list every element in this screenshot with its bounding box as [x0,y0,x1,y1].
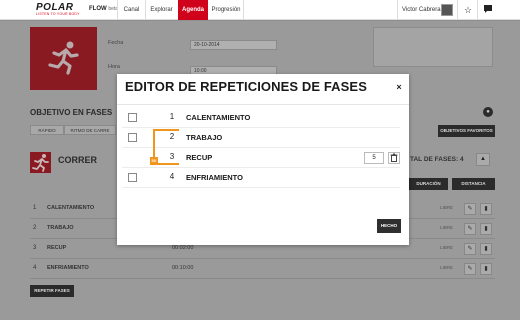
polar-logo[interactable]: POLAR LISTEN TO YOUR BODY [36,3,82,17]
sport-badge [30,152,51,173]
message-icon-glyph [484,5,492,13]
row-name: TRABAJO [47,225,74,231]
distancia-button[interactable]: DISTANCIA [452,178,495,190]
row-libre: LIBRE [440,245,454,250]
favoritos-button[interactable]: OBJETIVOS FAVORITOS [438,125,495,137]
settings-icon[interactable]: ● [483,107,493,117]
trash-icon[interactable]: ▮ [480,243,492,255]
edit-icon[interactable]: ✎ [464,243,476,255]
running-icon [48,41,79,75]
phase-number: 4 [169,172,175,181]
row-number: 1 [33,205,37,211]
row-name: ENFRIAMIENTO [47,265,89,271]
flow-text: FLOW [89,6,107,12]
row-name: CALENTAMIENTO [47,205,95,211]
objetivo-heading: OBJETIVO EN FASES [30,108,113,117]
nav-canal[interactable]: Canal [118,0,145,20]
repetition-count-badge: 5X [150,157,158,165]
row-name: RECUP [47,245,67,251]
avatar[interactable] [441,4,453,16]
divider [117,104,409,105]
remove-repetition-button[interactable] [388,152,400,164]
done-button[interactable]: HECHO [377,219,401,233]
message-icon[interactable] [481,3,495,17]
phase-name: TRABAJO [186,133,223,142]
phase-checkbox[interactable] [128,113,137,122]
user-name[interactable]: Victor Cabrera [402,0,441,20]
phase-row: 4 ENFRIAMIENTO [122,168,400,188]
nav-divider [457,0,458,20]
tab-ritmo[interactable]: RITMO DE CARRE [64,125,116,135]
edit-icon[interactable]: ✎ [464,203,476,215]
close-icon[interactable]: × [394,82,404,92]
edit-icon[interactable]: ✎ [464,223,476,235]
tab-rapido[interactable]: RÁPIDO [30,125,64,135]
repetir-fases-button[interactable]: REPETIR FASES [30,285,74,297]
hora-label: Hora [108,64,120,70]
nav-agenda[interactable]: Agenda [178,0,208,20]
nav-divider [397,0,398,20]
row-libre: LIBRE [440,265,454,270]
nav-divider [477,0,478,20]
duracion-button[interactable]: DURACIÓN [409,178,448,190]
phase-name: CALENTAMIENTO [186,113,251,122]
nav-progresion[interactable]: Progresión [209,0,243,20]
trash-icon[interactable]: ▮ [480,203,492,215]
edit-icon[interactable]: ✎ [464,263,476,275]
collapse-button[interactable]: ▲ [476,153,490,166]
trash-icon[interactable]: ▮ [480,263,492,275]
running-icon-small [32,154,49,172]
repetitions-input[interactable]: 5 [364,152,384,164]
sport-tile [30,27,97,90]
table-row[interactable]: 4 ENFRIAMIENTO 00:10:00 LIBRE ✎ ▮ [30,259,495,279]
phase-row: 1 CALENTAMIENTO [122,108,400,128]
row-number: 4 [33,265,37,271]
row-time: 00:02:00 [172,245,194,251]
trash-icon[interactable]: ▮ [480,223,492,235]
notes-textarea[interactable] [373,27,493,67]
modal-title: EDITOR DE REPETICIONES DE FASES [125,79,367,94]
row-time: 00:10:00 [172,265,194,271]
row-number: 2 [33,225,37,231]
logo-brand: POLAR [36,2,74,13]
top-navigation-bar: POLAR LISTEN TO YOUR BODY FLOW beta Cana… [0,0,520,20]
row-libre: LIBRE [440,205,454,210]
nav-divider [243,0,244,20]
fecha-label: Fecha [108,40,124,46]
fecha-field[interactable]: 20-10-2014 [190,40,277,50]
logo-tagline: LISTEN TO YOUR BODY [36,12,80,16]
phase-name: ENFRIAMIENTO [186,173,243,182]
trash-icon [390,153,398,162]
phase-name: RECUP [186,153,213,162]
nav-explorar[interactable]: Explorar [146,0,177,20]
phase-checkbox[interactable] [128,173,137,182]
phase-checkbox[interactable] [128,133,137,142]
phase-number: 1 [169,112,175,121]
total-fases: TAL DE FASES: 4 [410,156,464,163]
star-icon[interactable]: ☆ [461,3,475,17]
row-number: 3 [33,245,37,251]
flow-label: FLOW beta [89,6,118,12]
row-libre: LIBRE [440,225,454,230]
sport-heading: CORRER [58,155,98,165]
